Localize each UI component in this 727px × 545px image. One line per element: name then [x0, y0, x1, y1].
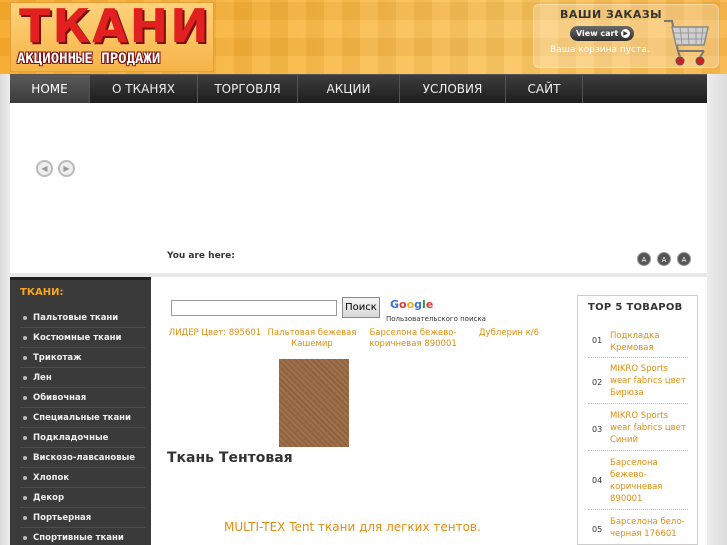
- sidebar-item-decor[interactable]: Декор: [20, 488, 145, 508]
- top-product-number: 05: [592, 525, 603, 534]
- font-size-small-button[interactable]: A: [637, 252, 651, 266]
- logo-title: ТКАНИ: [19, 0, 211, 53]
- top-product-name[interactable]: Барселона бело-черная 176601: [610, 516, 688, 540]
- product-link-dublerin[interactable]: Дублерин к/6: [473, 328, 545, 339]
- top-products-title: TOP 5 ТОВАРОВ: [588, 302, 683, 313]
- top-product-name[interactable]: MIKRO Sports wear fabrics цвет Синий: [610, 410, 688, 446]
- font-size-medium-button[interactable]: A: [657, 252, 671, 266]
- top-product-number: 03: [592, 425, 603, 434]
- search-button[interactable]: Поиск: [342, 297, 380, 318]
- top-products-box: TOP 5 ТОВАРОВ 01 Подкладка Кремовая 02 M…: [577, 295, 698, 545]
- site-logo[interactable]: ТКАНИ АКЦИОННЫЕ ПРОДАЖИ: [10, 0, 214, 72]
- sidebar-item-lining[interactable]: Подкладочные: [20, 428, 145, 448]
- left-sidebar: ТКАНИ: Пальтовые ткани Костюмные ткани Т…: [10, 277, 151, 545]
- top-product-item[interactable]: 01 Подкладка Кремовая: [588, 326, 688, 358]
- sidebar-item-coat[interactable]: Пальтовые ткани: [20, 308, 145, 328]
- slider-prev-button[interactable]: ◀: [36, 160, 53, 177]
- view-cart-button[interactable]: View cart ▶: [570, 26, 634, 41]
- top-product-item[interactable]: 02 MIKRO Sports wear fabrics цвет Бирюза: [588, 360, 688, 404]
- category-list: Пальтовые ткани Костюмные ткани Трикотаж…: [20, 308, 145, 545]
- sidebar-item-cotton[interactable]: Хлопок: [20, 468, 145, 488]
- nav-site[interactable]: САЙТ: [506, 75, 583, 104]
- nav-conditions[interactable]: УСЛОВИЯ: [400, 75, 506, 104]
- view-cart-label: View cart: [576, 29, 619, 38]
- sidebar-item-curtain[interactable]: Портьерная: [20, 508, 145, 528]
- sidebar-item-special[interactable]: Специальные ткани: [20, 408, 145, 428]
- logo-subtitle: АКЦИОННЫЕ ПРОДАЖИ: [17, 51, 161, 67]
- shopping-cart-icon[interactable]: [660, 15, 712, 71]
- product-image[interactable]: [279, 359, 349, 447]
- nav-promotions[interactable]: АКЦИИ: [298, 75, 400, 104]
- main-content: Поиск Google Пользовательского поиска ЛИ…: [151, 277, 576, 545]
- sidebar-item-suit[interactable]: Костюмные ткани: [20, 328, 145, 348]
- top-product-item[interactable]: 03 MIKRO Sports wear fabrics цвет Синий: [588, 407, 688, 451]
- site-header: ТКАНИ АКЦИОННЫЕ ПРОДАЖИ ВАШИ ЗАКАЗЫ View…: [0, 0, 727, 74]
- top-product-name[interactable]: Барселона бежево-коричневая 890001: [610, 457, 688, 505]
- nav-about-fabrics[interactable]: О ТКАНЯХ: [90, 75, 198, 104]
- product-link-coat-beige[interactable]: Пальтовая бежевая Кашемир: [263, 328, 361, 350]
- google-logo: Google: [390, 298, 434, 311]
- google-subtitle: Пользовательского поиска: [386, 315, 486, 323]
- banner-slider: ◀ ▶ You are here: A A A: [10, 103, 707, 273]
- top-product-number: 01: [592, 336, 603, 345]
- product-description[interactable]: MULTI-TEX Tent ткани для легких тентов.: [224, 520, 481, 534]
- arrow-right-icon: ▶: [621, 29, 630, 38]
- sidebar-title: ТКАНИ:: [20, 287, 64, 298]
- cart-empty-text: Ваша корзина пуста.: [550, 45, 650, 55]
- sidebar-item-upholstery[interactable]: Обивочная: [20, 388, 145, 408]
- main-navigation: HOME О ТКАНЯХ ТОРГОВЛЯ АКЦИИ УСЛОВИЯ САЙ…: [10, 74, 707, 104]
- top-product-number: 04: [592, 476, 603, 485]
- font-size-large-button[interactable]: A: [677, 252, 691, 266]
- page-shadow-left: [0, 74, 10, 545]
- product-title: Ткань Тентовая: [167, 450, 293, 466]
- right-sidebar: TOP 5 ТОВАРОВ 01 Подкладка Кремовая 02 M…: [576, 277, 707, 545]
- nav-trade[interactable]: ТОРГОВЛЯ: [198, 75, 298, 104]
- nav-home[interactable]: HOME: [10, 75, 90, 104]
- product-link-barcelona[interactable]: Барселона бежево-коричневая 890001: [363, 328, 463, 350]
- product-link-leader[interactable]: ЛИДЕР Цвет: 895601: [167, 328, 263, 339]
- sidebar-item-knit[interactable]: Трикотаж: [20, 348, 145, 368]
- top-product-item[interactable]: 04 Барселона бежево-коричневая 890001: [588, 454, 688, 510]
- slider-next-button[interactable]: ▶: [58, 160, 75, 177]
- top-product-name[interactable]: Подкладка Кремовая: [610, 330, 688, 354]
- top-product-number: 02: [592, 378, 603, 387]
- sidebar-item-viscose[interactable]: Вискозо-лавсановые: [20, 448, 145, 468]
- top-product-item[interactable]: 05 Барселона бело-черная 176601: [588, 513, 688, 545]
- breadcrumb: You are here:: [167, 251, 235, 261]
- sidebar-item-sport[interactable]: Спортивные ткани: [20, 528, 145, 545]
- top-product-name[interactable]: MIKRO Sports wear fabrics цвет Бирюза: [610, 363, 688, 399]
- page-shadow-right: [707, 74, 727, 545]
- search-input[interactable]: [171, 300, 337, 316]
- cart-box: ВАШИ ЗАКАЗЫ View cart ▶ Ваша корзина пус…: [533, 4, 719, 68]
- cart-title: ВАШИ ЗАКАЗЫ: [560, 8, 663, 21]
- sidebar-item-linen[interactable]: Лен: [20, 368, 145, 388]
